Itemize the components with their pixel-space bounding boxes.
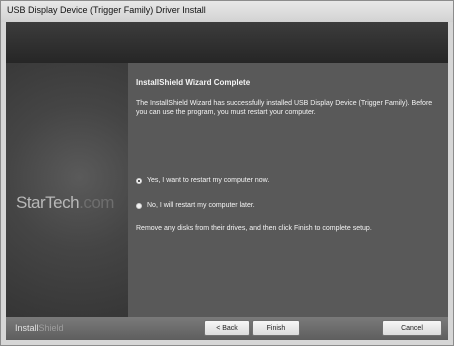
installer-window: USB Display Device (Trigger Family) Driv…: [0, 0, 454, 346]
restart-now-label[interactable]: Yes, I want to restart my computer now.: [147, 177, 269, 184]
content-panel: InstallShield Wizard Complete The Instal…: [128, 63, 448, 317]
window-title: USB Display Device (Trigger Family) Driv…: [7, 5, 206, 15]
back-button[interactable]: < Back: [204, 320, 250, 336]
restart-later-label[interactable]: No, I will restart my computer later.: [147, 202, 255, 209]
logo-suffix: .com: [79, 193, 114, 212]
brand-primary: Install: [15, 323, 39, 333]
completion-description: The InstallShield Wizard has successfull…: [136, 100, 433, 116]
finish-instruction: Remove any disks from their drives, and …: [136, 225, 372, 232]
wizard-body: StarTech.com InstallShield Wizard Comple…: [6, 22, 448, 340]
startech-logo: StarTech.com: [16, 193, 114, 213]
header-band: [6, 22, 448, 63]
restart-now-option[interactable]: Yes, I want to restart my computer now.: [136, 177, 269, 184]
logo-primary: StarTech: [16, 193, 80, 212]
side-panel: StarTech.com: [6, 63, 128, 317]
brand-secondary: Shield: [38, 323, 64, 333]
cancel-button[interactable]: Cancel: [382, 320, 442, 336]
title-bar[interactable]: USB Display Device (Trigger Family) Driv…: [1, 1, 453, 22]
finish-button[interactable]: Finish: [252, 320, 300, 336]
radio-selected-icon[interactable]: [136, 177, 142, 184]
restart-later-option[interactable]: No, I will restart my computer later.: [136, 202, 255, 209]
installshield-logo: InstallShield: [15, 323, 64, 333]
page-title: InstallShield Wizard Complete: [136, 78, 251, 87]
footer-bar: InstallShield < Back Finish Cancel: [6, 317, 448, 340]
radio-unselected-icon[interactable]: [136, 202, 142, 209]
